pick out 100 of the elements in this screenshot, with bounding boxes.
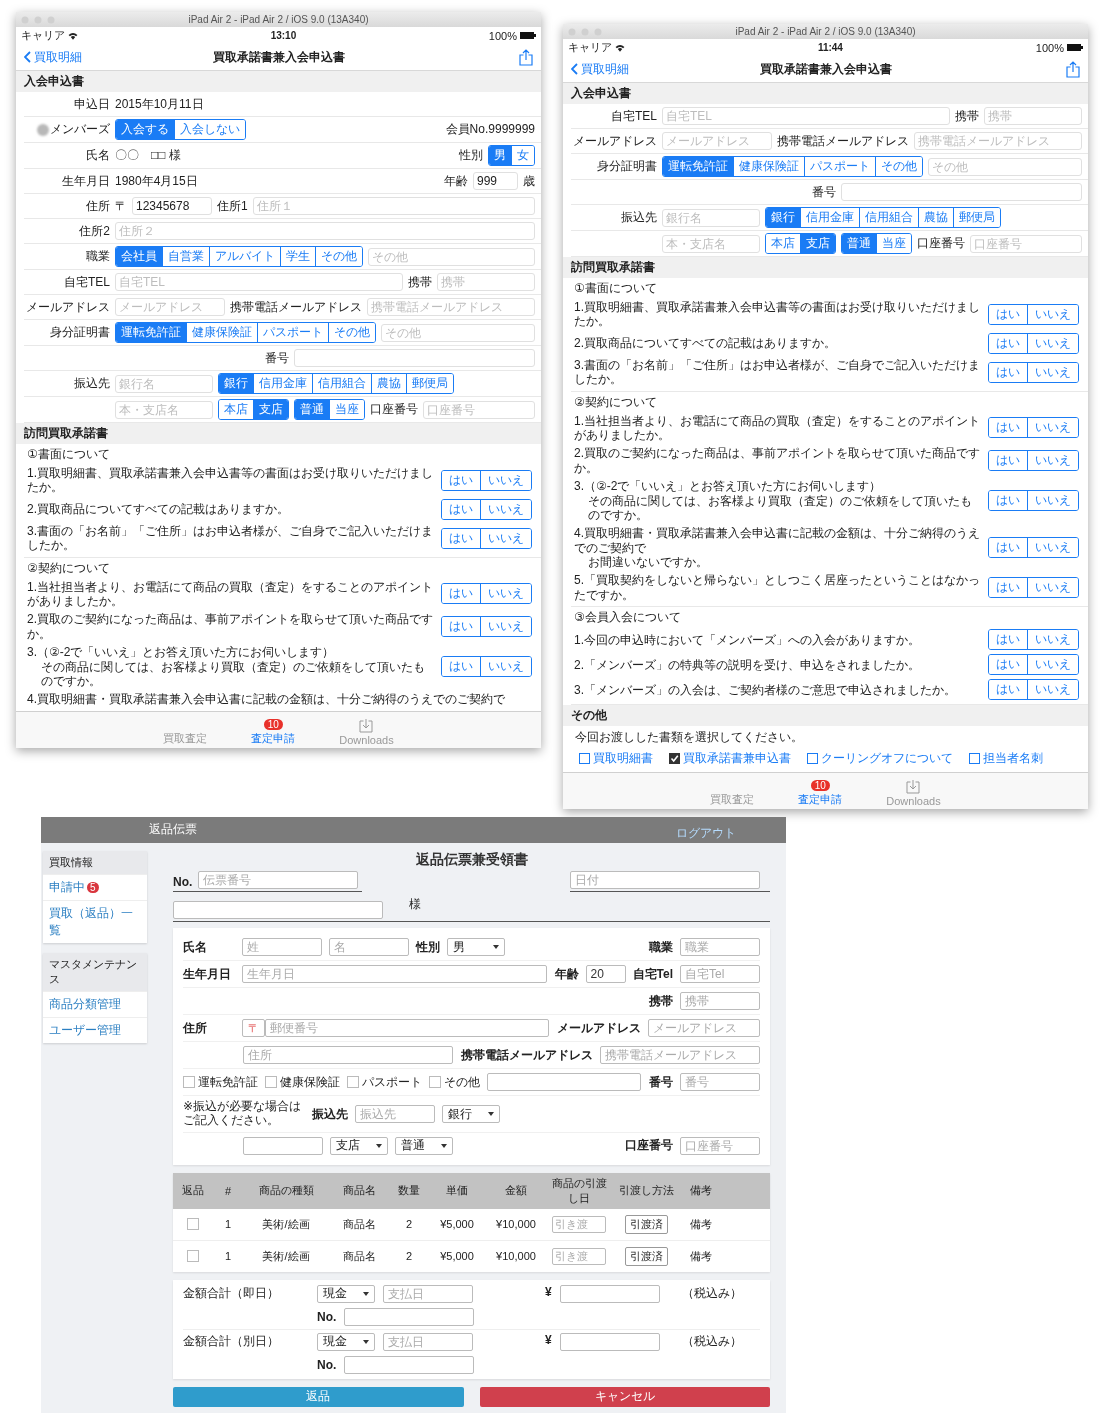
segment-option[interactable]: その他 [315, 247, 362, 266]
input-field[interactable]: 自宅TEL [662, 107, 950, 125]
segment-option[interactable]: いいえ [1027, 418, 1078, 438]
input-field[interactable]: その他 [381, 323, 535, 342]
input-field[interactable]: 住所 [243, 1046, 453, 1065]
caret-icon[interactable] [493, 945, 499, 950]
segment-option[interactable]: 支店 [253, 400, 288, 419]
input-field[interactable]: 生年月日 [242, 965, 547, 984]
input-field[interactable]: その他 [928, 157, 1082, 176]
input-field[interactable] [173, 901, 383, 920]
checkbox[interactable] [183, 1076, 195, 1089]
segment-option[interactable]: いいえ [480, 617, 531, 637]
checkbox[interactable] [579, 753, 590, 765]
input-field[interactable]: 携帯電話メールアドレス [600, 1046, 760, 1065]
caret-icon[interactable] [363, 1339, 369, 1344]
checkbox[interactable] [187, 1250, 199, 1263]
segment-option[interactable]: その他 [328, 323, 375, 342]
window-controls-icon[interactable] [568, 27, 602, 36]
dropdown[interactable]: 現金 [317, 1284, 375, 1303]
input-field[interactable]: 郵便番号 [265, 1019, 549, 1038]
segment-option[interactable]: 運転免許証 [663, 157, 733, 176]
segment-option[interactable]: 当座 [329, 400, 364, 419]
segment-option[interactable]: いいえ [480, 470, 531, 490]
segment-option[interactable]: その他 [875, 157, 922, 176]
segment-option[interactable]: 支店 [800, 234, 835, 253]
input-field[interactable] [344, 1307, 475, 1326]
sidebar-link[interactable]: 買取（返品）一覧 [49, 905, 141, 940]
checkbox[interactable] [807, 753, 818, 765]
sidebar-link[interactable]: 商品分類管理 [49, 996, 121, 1014]
segment-option[interactable]: いいえ [1027, 491, 1078, 511]
segment-option[interactable]: 運転免許証 [116, 323, 186, 342]
segment-option[interactable]: 女 [511, 146, 534, 165]
handover-button[interactable]: 引渡済 [624, 1246, 668, 1266]
input-field[interactable]: メールアドレス [648, 1019, 760, 1038]
input-field[interactable] [487, 1073, 641, 1092]
tab-item[interactable]: 買取査定 [163, 730, 208, 746]
checkbox[interactable] [347, 1076, 359, 1089]
caret-icon[interactable] [441, 1143, 447, 1148]
segment-option[interactable]: いいえ [1027, 362, 1078, 382]
segment-option[interactable]: 銀行 [766, 208, 800, 227]
share-icon[interactable] [1066, 60, 1080, 78]
checkbox[interactable] [429, 1076, 441, 1089]
segment-option[interactable]: いいえ [480, 657, 531, 677]
input-field[interactable]: 999 [473, 172, 518, 190]
input-field[interactable]: 支払日 [383, 1332, 473, 1351]
input-field[interactable]: 自宅Tel [680, 965, 760, 984]
segment-option[interactable]: いいえ [1027, 333, 1078, 353]
input-field[interactable]: 職業 [680, 938, 760, 957]
input-field[interactable] [841, 183, 1082, 201]
input-field[interactable]: 本・支店名 [115, 400, 213, 419]
date-field[interactable]: 引き渡 [552, 1215, 606, 1233]
input-field[interactable]: 住所１ [252, 197, 535, 215]
tab-item[interactable]: 査定申請 [251, 730, 296, 746]
segment-option[interactable]: いいえ [480, 528, 531, 548]
segment-option[interactable]: いいえ [1027, 304, 1078, 324]
dropdown[interactable]: 男 [447, 938, 505, 957]
input-field[interactable]: 携帯 [984, 107, 1082, 125]
input-field[interactable]: 携帯 [680, 992, 760, 1011]
checkbox-label[interactable]: 担当者名刺 [983, 750, 1043, 768]
date-field[interactable]: 引き渡 [552, 1247, 606, 1265]
input-field[interactable]: 支払日 [383, 1284, 473, 1303]
segment-option[interactable]: いいえ [1027, 451, 1078, 471]
checkbox-label[interactable]: 買取明細書 [593, 750, 653, 768]
tab-item[interactable]: 査定申請 [798, 792, 843, 808]
input-field[interactable] [559, 1332, 660, 1351]
caret-icon[interactable] [488, 1112, 494, 1117]
input-field[interactable]: 名 [329, 938, 409, 957]
sidebar-link[interactable]: 申請中 [49, 879, 85, 897]
segment-option[interactable]: 普通 [295, 400, 329, 419]
input-field[interactable]: メールアドレス [662, 132, 772, 150]
tab-item[interactable]: Downloads [886, 795, 941, 808]
checkbox[interactable] [969, 753, 980, 765]
segment-option[interactable]: 銀行 [219, 374, 253, 393]
input-field[interactable]: 姓 [242, 938, 322, 957]
input-field[interactable]: 住所２ [115, 222, 535, 240]
window-controls-icon[interactable] [21, 15, 55, 24]
logout-link[interactable]: ログアウト [676, 825, 736, 843]
segment-option[interactable]: いいえ [1027, 680, 1078, 700]
tab-item[interactable]: 買取査定 [710, 792, 755, 808]
tab-item[interactable]: Downloads [339, 733, 394, 746]
segment-option[interactable]: いいえ [480, 584, 531, 604]
input-field[interactable]: 日付 [570, 871, 760, 890]
chevron-icon[interactable] [24, 51, 31, 63]
segment-option[interactable]: 男 [489, 146, 511, 165]
checkbox-label[interactable]: パスポート [362, 1073, 422, 1091]
checkbox-label[interactable]: 健康保険証 [280, 1073, 340, 1091]
input-field[interactable]: 銀行名 [115, 374, 213, 393]
handover-button[interactable]: 引渡済 [624, 1214, 668, 1234]
input-field[interactable]: メールアドレス [115, 298, 225, 316]
input-field[interactable]: 銀行名 [662, 208, 760, 227]
input-field[interactable]: 口座番号 [680, 1136, 760, 1155]
input-field[interactable]: 12345678 [132, 197, 212, 215]
chevron-icon[interactable] [571, 63, 578, 75]
input-field[interactable]: 20 [585, 965, 626, 984]
checkbox[interactable] [187, 1218, 199, 1231]
action-button[interactable]: キャンセル [479, 1386, 770, 1407]
segment-option[interactable]: いいえ [1027, 538, 1078, 558]
action-button[interactable]: 返品 [173, 1386, 464, 1407]
caret-icon[interactable] [376, 1143, 382, 1148]
input-field[interactable]: 自宅TEL [115, 273, 403, 291]
